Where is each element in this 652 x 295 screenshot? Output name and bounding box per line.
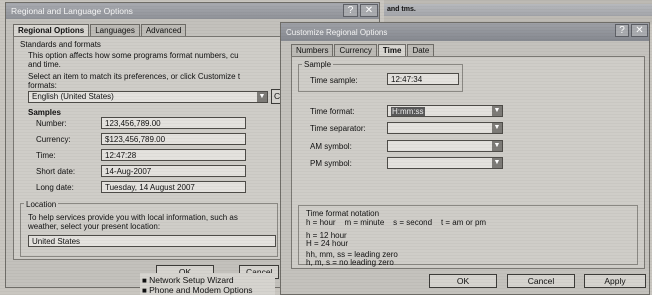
time-separator-label: Time separator:	[310, 124, 366, 133]
tab-time[interactable]: Time	[377, 44, 407, 56]
chevron-down-icon: ▼	[492, 123, 502, 133]
tab-languages[interactable]: Languages	[90, 24, 140, 36]
chevron-down-icon: ▼	[257, 92, 267, 102]
pm-symbol-select[interactable]: ▼	[387, 157, 503, 169]
sample-long-date-label: Long date:	[36, 183, 74, 192]
notation-line3: H = 24 hour	[306, 239, 349, 248]
chevron-down-icon: ▼	[492, 158, 502, 168]
customize-regional-dialog: Customize Regional Options ? ✕ Numbers C…	[280, 22, 650, 295]
customize-close-button[interactable]: ✕	[631, 24, 648, 37]
notation-line5: h, m, s = no leading zero	[306, 258, 394, 267]
customize-ok-button[interactable]: OK	[429, 274, 497, 288]
notation-line1: h = hour m = minute s = second t = am or…	[306, 218, 487, 227]
standards-group-label: Standards and formats	[20, 40, 101, 49]
customize-tabs: Numbers Currency Time Date	[291, 44, 435, 56]
tab-advanced[interactable]: Advanced	[140, 24, 187, 36]
customize-dialog-title: Customize Regional Options	[286, 28, 388, 37]
regional-dialog-title: Regional and Language Options	[11, 6, 133, 16]
standards-description-cont: and time.	[28, 60, 61, 69]
select-instruction-cont: formats:	[28, 81, 57, 90]
tab-date[interactable]: Date	[407, 44, 435, 56]
sample-group-label: Sample	[302, 60, 334, 69]
time-tab-panel: Sample Time sample: 12:47:34 Time format…	[291, 56, 645, 269]
customize-help-button[interactable]: ?	[615, 24, 629, 37]
background-window-text: and tms.	[387, 6, 416, 13]
customize-dialog-titlebar[interactable]: Customize Regional Options	[281, 23, 649, 41]
pm-symbol-label: PM symbol:	[310, 159, 352, 168]
regional-dialog-titlebar[interactable]: Regional and Language Options	[6, 3, 379, 19]
close-button[interactable]: ✕	[360, 4, 378, 17]
help-button[interactable]: ?	[343, 4, 358, 17]
network-wizard-icon: ■	[142, 276, 147, 285]
samples-label: Samples	[28, 108, 61, 117]
close-icon: ✕	[635, 25, 644, 36]
select-instruction: Select an item to match its preferences,…	[28, 72, 241, 81]
sample-number-label: Number:	[36, 119, 67, 128]
sample-number-value: 123,456,789.00	[101, 117, 246, 129]
time-format-value: H:mm:ss	[391, 107, 425, 116]
tab-regional-options[interactable]: Regional Options	[13, 24, 90, 36]
location-select[interactable]: United States	[28, 235, 276, 247]
customize-cancel-button[interactable]: Cancel	[507, 274, 575, 288]
list-item[interactable]: ■ Network Setup Wizard	[142, 275, 234, 285]
chevron-down-icon: ▼	[492, 106, 502, 116]
format-select-value: English (United States)	[32, 92, 114, 101]
tab-currency[interactable]: Currency	[334, 44, 377, 56]
location-label: Location	[24, 200, 59, 209]
standards-description: This option affects how some programs fo…	[28, 51, 239, 60]
time-sample-label: Time sample:	[310, 76, 358, 85]
regional-tabs: Regional Options Languages Advanced	[13, 24, 187, 36]
close-icon: ✕	[364, 5, 374, 16]
list-item[interactable]: ■ Phone and Modem Options	[142, 285, 253, 295]
am-symbol-label: AM symbol:	[310, 142, 352, 151]
am-symbol-select[interactable]: ▼	[387, 140, 503, 152]
customize-apply-button[interactable]: Apply	[584, 274, 646, 288]
location-description: To help services provide you with local …	[28, 213, 238, 222]
notation-title: Time format notation	[306, 209, 380, 218]
sample-short-date-label: Short date:	[36, 167, 76, 176]
format-select[interactable]: English (United States) ▼	[28, 91, 268, 103]
chevron-down-icon: ▼	[492, 141, 502, 151]
sample-time-value: 12:47:28	[101, 149, 246, 161]
tab-numbers[interactable]: Numbers	[291, 44, 334, 56]
location-select-value: United States	[32, 237, 81, 246]
time-separator-select[interactable]: ▼	[387, 122, 503, 134]
sample-time-label: Time:	[36, 151, 56, 160]
sample-long-date-value: Tuesday, 14 August 2007	[101, 181, 246, 193]
sample-currency-value: $123,456,789.00	[101, 133, 246, 145]
sample-short-date-value: 14-Aug-2007	[101, 165, 246, 177]
regional-options-panel: Standards and formats This option affect…	[13, 36, 283, 260]
location-description-cont: weather, select your present location:	[28, 222, 161, 231]
time-format-label: Time format:	[310, 107, 355, 116]
sample-currency-label: Currency:	[36, 135, 71, 144]
phone-modem-icon: ■	[142, 286, 147, 295]
time-sample-value: 12:47:34	[387, 73, 459, 85]
background-window-titlebar	[384, 4, 652, 16]
time-format-select[interactable]: H:mm:ss ▼	[387, 105, 503, 117]
